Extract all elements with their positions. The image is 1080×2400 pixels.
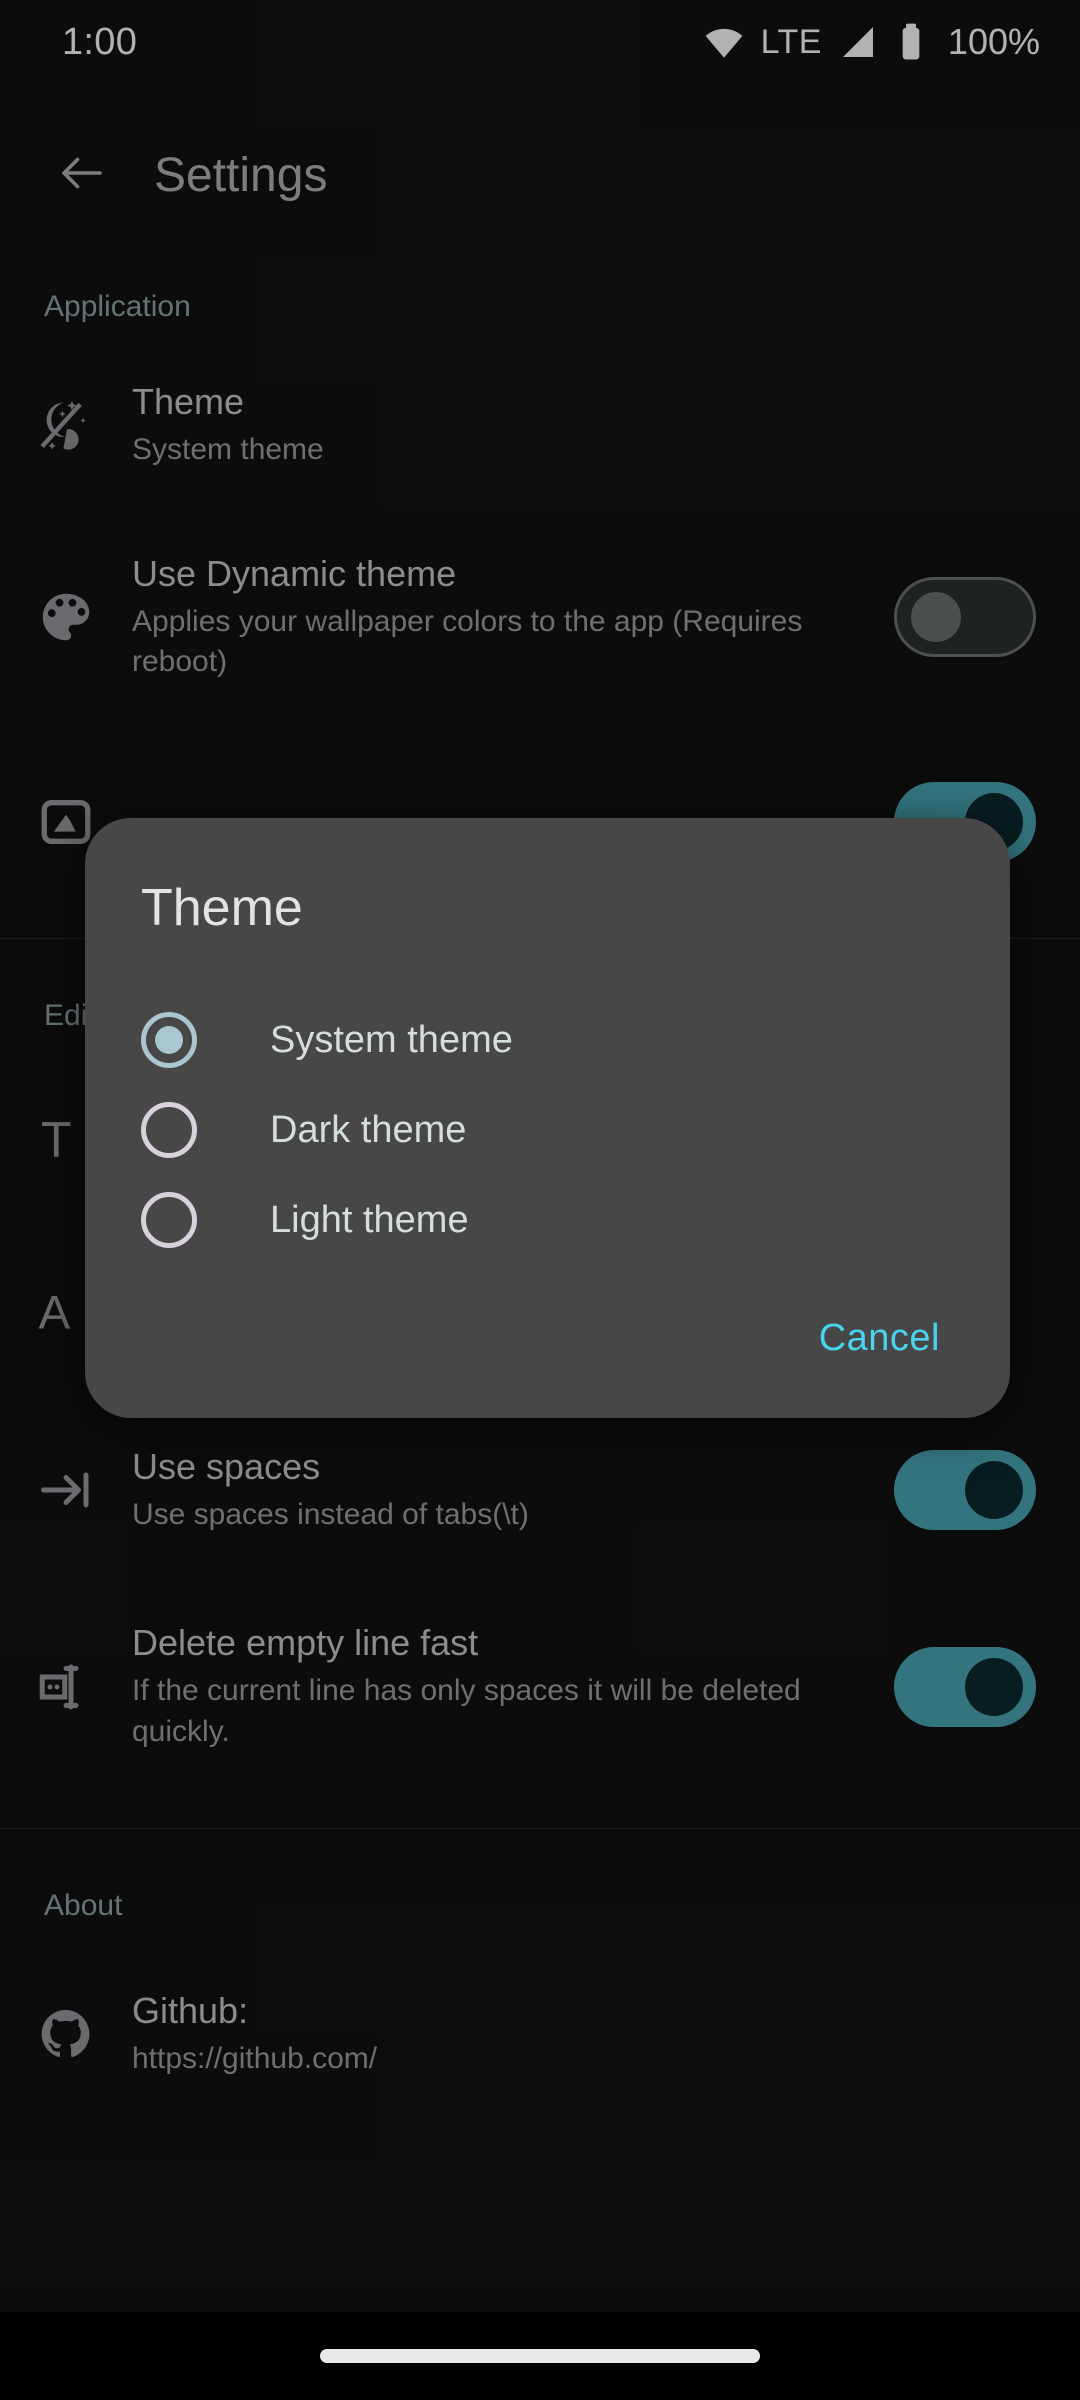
radio-light-theme[interactable]	[141, 1192, 197, 1249]
cancel-button[interactable]: Cancel	[805, 1309, 954, 1368]
palette-icon	[0, 586, 132, 648]
wifi-icon	[703, 21, 745, 63]
radio-dot	[155, 1026, 183, 1055]
tab-arrow-icon	[0, 1460, 132, 1520]
pref-row-dynamic-theme[interactable]: Use Dynamic theme Applies your wallpaper…	[0, 530, 1080, 704]
toggle-dynamic-theme[interactable]	[894, 577, 1036, 658]
pref-row-delete-empty-line[interactable]: Delete empty line fast If the current li…	[0, 1599, 1080, 1773]
pref-text-use-spaces: Use spaces Use spaces instead of tabs(\t…	[132, 1445, 894, 1535]
pref-text-github: Github: https://github.com/	[132, 1989, 1036, 2079]
line-delete-icon	[0, 1657, 132, 1717]
radio-label-system-theme: System theme	[270, 1018, 513, 1061]
radio-system-theme[interactable]	[141, 1012, 197, 1069]
pref-summary-delete-empty-line: If the current line has only spaces it w…	[132, 1674, 801, 1748]
cell-signal-icon	[838, 22, 878, 62]
pref-title-use-spaces: Use spaces	[132, 1446, 321, 1488]
dialog-title: Theme	[141, 879, 303, 937]
dialog-action-bar: Cancel	[85, 1265, 1010, 1418]
phone-screen: 1:00 LTE 100% Settings Application Theme…	[0, 0, 1080, 2400]
pref-text-delete-empty-line: Delete empty line fast If the current li…	[132, 1621, 894, 1751]
svg-text:A: A	[39, 1287, 71, 1340]
toggle-use-spaces[interactable]	[894, 1450, 1036, 1531]
toggle-delete-empty-line[interactable]	[894, 1646, 1036, 1727]
pref-summary-theme: System theme	[132, 432, 324, 466]
pref-summary-github: https://github.com/	[132, 2041, 378, 2075]
github-icon	[0, 2005, 132, 2063]
network-type-label: LTE	[760, 22, 822, 61]
pref-summary-use-spaces: Use spaces instead of tabs(\t)	[132, 1498, 529, 1532]
pref-text-theme: Theme System theme	[132, 380, 1036, 470]
status-bar: 1:00 LTE 100%	[0, 0, 1080, 84]
battery-full-icon	[894, 22, 928, 62]
pref-row-use-spaces[interactable]: Use spaces Use spaces instead of tabs(\t…	[0, 1423, 1080, 1557]
page-title: Settings	[154, 148, 328, 202]
pref-row-github[interactable]: Github: https://github.com/	[0, 1967, 1080, 2101]
radio-dark-theme[interactable]	[141, 1102, 197, 1159]
theme-dialog: Theme System theme Dark theme Light them…	[85, 818, 1010, 1419]
radio-row-dark-theme[interactable]: Dark theme	[85, 1085, 1010, 1175]
home-gesture-pill[interactable]	[320, 2349, 760, 2363]
night-mode-icon	[0, 394, 132, 456]
status-icon-group: LTE 100%	[703, 21, 1040, 63]
theme-option-list: System theme Dark theme Light theme	[85, 995, 1010, 1265]
radio-row-system-theme[interactable]: System theme	[85, 995, 1010, 1085]
toggle-knob	[965, 1657, 1023, 1716]
pref-text-dynamic-theme: Use Dynamic theme Applies your wallpaper…	[132, 552, 894, 682]
toggle-knob	[911, 592, 961, 643]
section-header-application: Application	[44, 290, 191, 323]
toggle-knob	[965, 1461, 1023, 1520]
status-clock: 1:00	[62, 20, 138, 63]
pref-title-theme: Theme	[132, 381, 245, 422]
pref-summary-dynamic-theme: Applies your wallpaper colors to the app…	[132, 605, 803, 679]
pref-title-github: Github:	[132, 1989, 249, 2031]
radio-label-light-theme: Light theme	[270, 1198, 469, 1241]
navigation-bar	[0, 2312, 1080, 2400]
radio-row-light-theme[interactable]: Light theme	[85, 1175, 1010, 1265]
radio-label-dark-theme: Dark theme	[270, 1108, 467, 1151]
arrow-back-icon	[55, 146, 109, 205]
app-bar: Settings	[0, 120, 1080, 230]
pref-title-dynamic-theme: Use Dynamic theme	[132, 553, 457, 595]
battery-percent-label: 100%	[947, 21, 1040, 62]
back-button[interactable]	[34, 127, 130, 223]
section-header-about: About	[44, 1888, 123, 1922]
pref-row-theme[interactable]: Theme System theme	[0, 358, 1080, 492]
svg-text:T: T	[41, 1112, 72, 1168]
pref-title-delete-empty-line: Delete empty line fast	[132, 1622, 479, 1664]
